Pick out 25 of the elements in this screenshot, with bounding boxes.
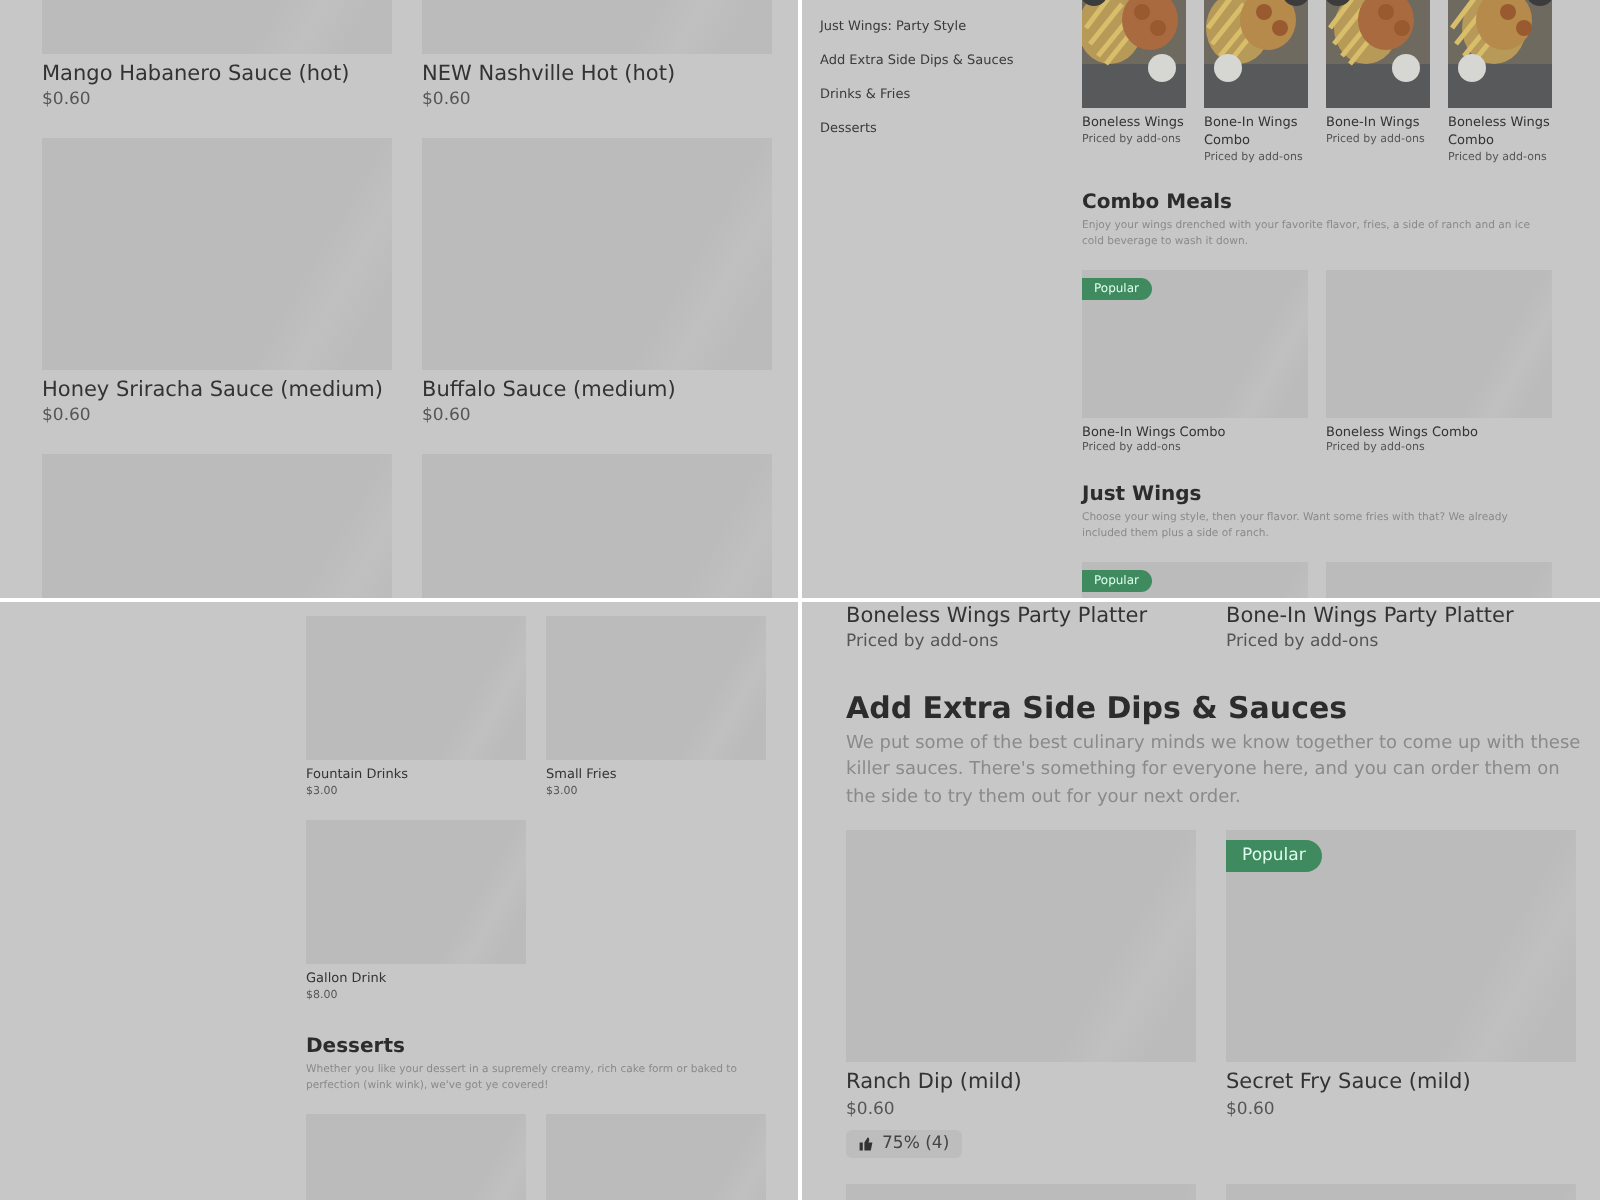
item-name[interactable]: Ranch Dip (mild) [846,1068,1196,1098]
image-placeholder[interactable]: Popular [1226,830,1576,1063]
section-heading: Add Extra Side Dips & Sauces [846,689,1350,726]
item-name[interactable]: Mango Habanero Sauce (hot) [42,60,392,89]
item-price: $0.60 [1226,1097,1277,1123]
thumbs-up-icon [858,1136,874,1153]
item-price: Priced by add-ons [846,630,1001,656]
item-name[interactable]: NEW Nashville Hot (hot) [422,60,772,89]
section-heading: Just Wings [1082,483,1204,506]
section-heading: Desserts [306,1036,407,1059]
item-price: $0.60 [422,88,473,114]
item-price: $0.60 [42,404,93,430]
popular-badge: Popular [1226,840,1322,873]
item-price: $0.60 [42,88,93,114]
rating-text: 75% (4) [882,1134,950,1155]
item-name[interactable]: Secret Fry Sauce (mild) [1226,1068,1576,1098]
item-name[interactable]: Buffalo Sauce (medium) [422,375,772,405]
item-price: $0.60 [422,404,473,430]
item-price: $0.60 [846,1097,897,1123]
section-heading: Combo Meals [1082,191,1234,214]
item-name[interactable]: Honey Sriracha Sauce (medium) [42,375,392,405]
item-name[interactable]: Boneless Wings Party Platter [846,602,1196,631]
item-name[interactable]: Bone-In Wings Party Platter [1226,602,1576,631]
item-price: Priced by add-ons [1226,630,1381,656]
section-description: We put some of the best culinary minds we know together to come up with these killer sauces. There's something for everyone here, and you can order them on the side to try them out for your next order. [846,731,1583,812]
